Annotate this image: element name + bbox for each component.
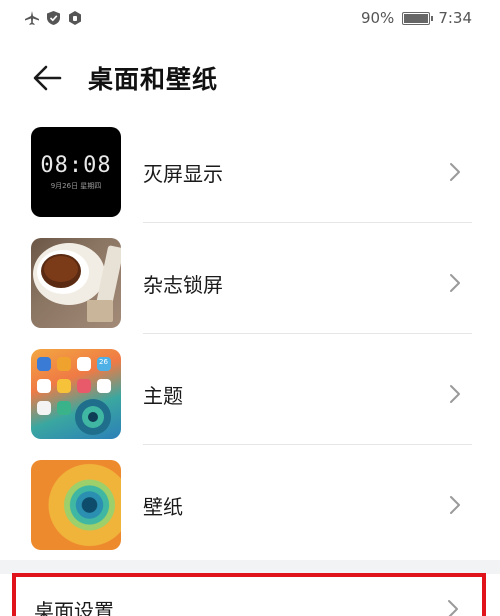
battery-percent: 90% [360, 9, 395, 27]
list-item-theme[interactable]: 26 主题 [0, 334, 500, 445]
list-item-desktop-settings[interactable]: 桌面设置 [12, 573, 486, 616]
battery-icon [402, 11, 434, 25]
chevron-right-icon [448, 160, 462, 184]
theme-thumbnail: 26 [31, 349, 121, 439]
list-item-label: 灭屏显示 [143, 162, 223, 186]
status-right: 90% 7:34 [361, 9, 472, 27]
arrow-left-icon[interactable] [30, 62, 64, 94]
page-title: 桌面和壁纸 [88, 65, 219, 94]
status-icons [24, 10, 83, 26]
list-item-label: 主题 [143, 384, 183, 408]
aod-thumb-date: 9月26日 星期四 [50, 182, 102, 190]
aod-thumbnail: 08:08 9月26日 星期四 [31, 127, 121, 217]
list-item-magazine-lock[interactable]: 杂志锁屏 [0, 223, 500, 334]
list-item-wallpaper[interactable]: 壁纸 [0, 445, 500, 556]
vpn-key-icon [67, 10, 83, 26]
list-item-label: 杂志锁屏 [143, 273, 223, 297]
theme-thumb-badge: 26 [99, 358, 108, 366]
aod-thumb-time: 08:08 [40, 153, 112, 178]
airplane-icon [24, 10, 40, 26]
clock: 7:34 [438, 9, 472, 27]
chevron-right-icon [448, 271, 462, 295]
list-item-label: 壁纸 [143, 495, 183, 519]
chevron-right-icon [446, 597, 460, 616]
wallpaper-thumbnail [31, 460, 121, 550]
page-header: 桌面和壁纸 [0, 50, 500, 106]
shield-check-icon [46, 10, 61, 26]
chevron-right-icon [448, 493, 462, 517]
chevron-right-icon [448, 382, 462, 406]
status-bar: 90% 7:34 [0, 0, 500, 38]
section-gap [0, 560, 500, 574]
list-item-aod[interactable]: 08:08 9月26日 星期四 灭屏显示 [0, 112, 500, 223]
list-item-label: 桌面设置 [34, 599, 114, 616]
magazine-thumbnail [31, 238, 121, 328]
